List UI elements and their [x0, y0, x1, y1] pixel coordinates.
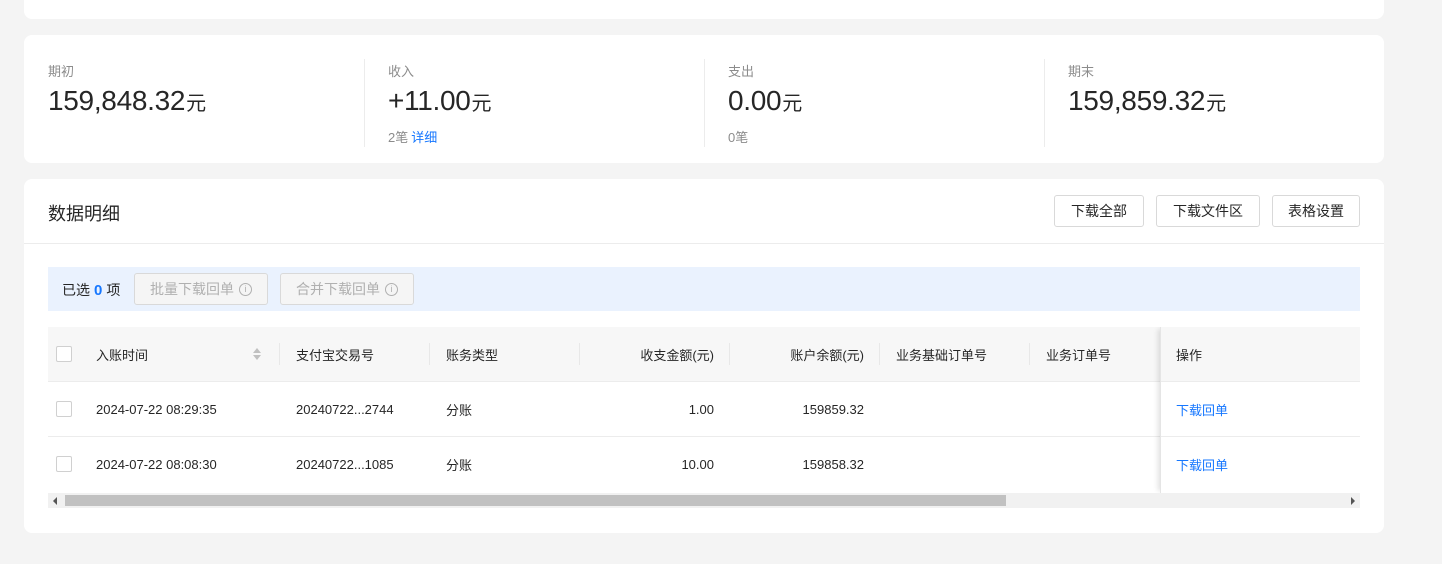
header-amount: 收支金额(元)	[640, 347, 714, 363]
column-separator	[579, 343, 580, 365]
cell-balance: 159859.32	[802, 401, 864, 417]
selection-count: 已选 0 项	[62, 282, 121, 299]
summary-card: 期初 159,848.32元 收入 +11.00元 2笔 详细 支出 0.00元 …	[24, 35, 1384, 163]
download-area-button[interactable]: 下载文件区	[1156, 195, 1260, 227]
cell-type: 分账	[446, 402, 473, 418]
select-all-checkbox-cell	[56, 327, 72, 381]
row-checkbox-cell	[56, 437, 72, 491]
expense-value: 0.00元	[728, 85, 803, 116]
stat-divider	[364, 59, 365, 147]
info-icon: i	[239, 282, 252, 296]
header-trade-no: 支付宝交易号	[296, 347, 375, 363]
sort-icon[interactable]	[252, 348, 262, 361]
header-order: 业务订单号	[1046, 347, 1112, 363]
header-time: 入账时间	[96, 347, 149, 363]
merge-download-button[interactable]: 合并下载回单 i	[280, 273, 414, 305]
income-value: +11.00元	[388, 85, 492, 116]
cell-time: 2024-07-22 08:29:35	[96, 401, 217, 417]
column-separator	[1029, 343, 1030, 365]
header-balance: 账户余额(元)	[790, 347, 864, 363]
row-checkbox-cell	[56, 382, 72, 436]
column-separator	[729, 343, 730, 365]
table-settings-button[interactable]: 表格设置	[1272, 195, 1360, 227]
stat-divider	[704, 59, 705, 147]
closing-value: 159,859.32元	[1068, 85, 1227, 116]
income-label: 收入	[388, 64, 415, 79]
column-separator	[879, 343, 880, 365]
detail-card: 数据明细 下载全部 下载文件区 表格设置 已选 0 项 批量下载回单 i 合并下载回单…	[24, 179, 1384, 533]
cell-trade-no: 20240722...1085	[296, 456, 394, 472]
detail-divider	[24, 243, 1384, 244]
row-checkbox[interactable]	[56, 401, 72, 417]
scrollbar-thumb[interactable]	[65, 495, 1006, 506]
income-detail-link[interactable]: 详细	[411, 130, 437, 145]
column-separator	[279, 343, 280, 365]
batch-download-button[interactable]: 批量下载回单 i	[134, 273, 268, 305]
horizontal-scrollbar[interactable]	[48, 493, 1360, 508]
scrollbar-container	[48, 493, 1360, 508]
scroll-right-arrow-icon[interactable]	[1351, 497, 1355, 505]
cell-amount: 10.00	[681, 456, 714, 472]
opening-value: 159,848.32元	[48, 85, 207, 116]
expense-count: 0笔	[728, 130, 749, 145]
scroll-left-arrow-icon[interactable]	[53, 497, 57, 505]
header-type: 账务类型	[446, 347, 499, 363]
opening-label: 期初	[48, 64, 75, 79]
closing-label: 期末	[1068, 64, 1095, 79]
header-base-order: 业务基础订单号	[896, 347, 988, 363]
income-count: 2笔 详细	[388, 130, 438, 145]
selection-bar: 已选 0 项 批量下载回单 i 合并下载回单 i	[48, 267, 1360, 311]
column-separator	[429, 343, 430, 365]
cell-time: 2024-07-22 08:08:30	[96, 456, 217, 472]
top-card	[24, 0, 1384, 19]
cell-trade-no: 20240722...2744	[296, 401, 394, 417]
cell-amount: 1.00	[688, 401, 714, 417]
detail-title: 数据明细	[48, 204, 120, 224]
row-checkbox[interactable]	[56, 456, 72, 472]
cell-balance: 159858.32	[802, 456, 864, 472]
select-all-checkbox[interactable]	[56, 346, 72, 362]
cell-type: 分账	[446, 457, 473, 473]
expense-label: 支出	[728, 64, 755, 79]
data-table: 入账时间 支付宝交易号 账务类型 收支金额(元) 账户余额(元) 业务基础订单号…	[48, 327, 1360, 493]
info-icon: i	[385, 282, 398, 296]
download-all-button[interactable]: 下载全部	[1054, 195, 1144, 227]
stat-divider	[1044, 59, 1045, 147]
fixed-action-column-shadow	[1160, 327, 1360, 493]
